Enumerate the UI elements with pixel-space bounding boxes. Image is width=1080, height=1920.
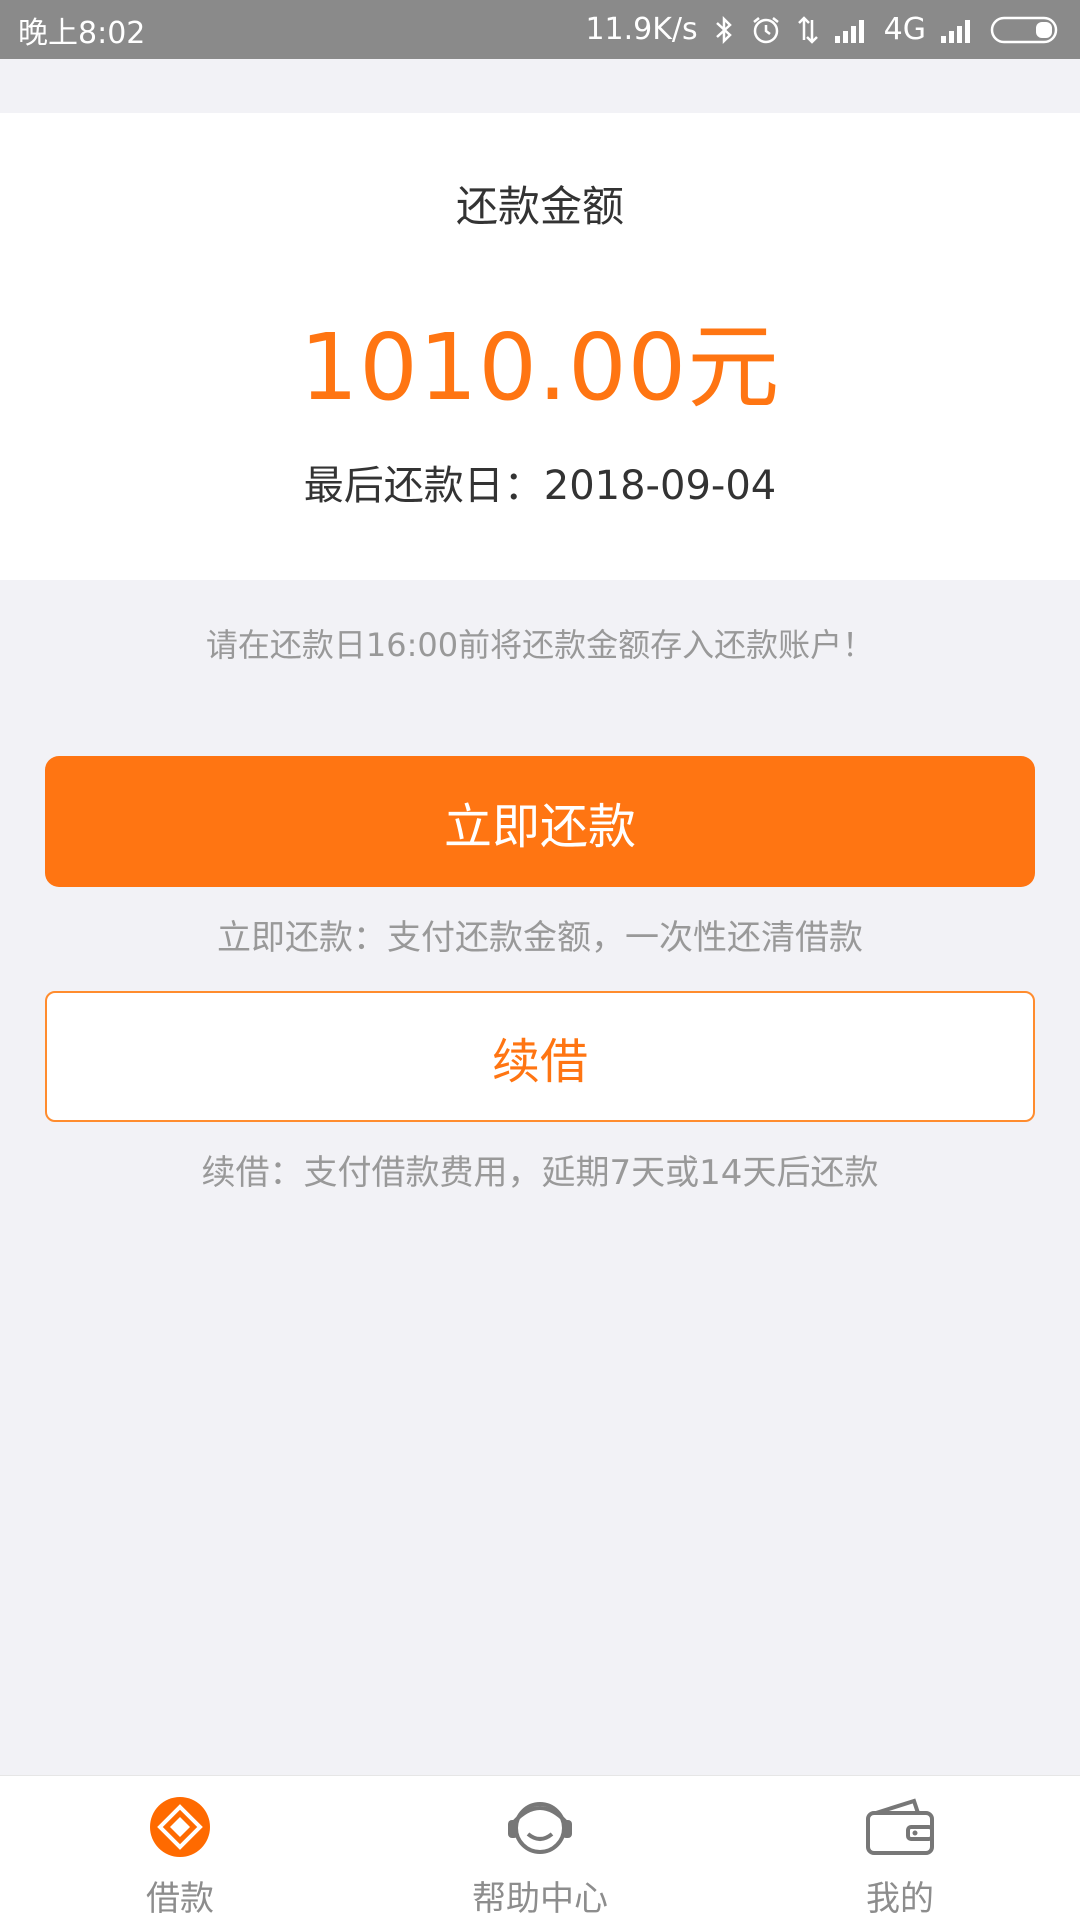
due-date: 最后还款日：2018-09-04 [303,463,777,509]
network-type: 4G [883,12,926,47]
repayment-amount-card: 还款金额 1010.00元 最后还款日：2018-09-04 [0,113,1080,580]
nav-label-loan: 借款 [146,1879,214,1919]
status-bar: 晚上8:02 11.9K/s 4G [0,0,1080,59]
signal-icon [834,16,870,44]
repay-now-hint: 立即还款：支付还款金额，一次性还清借款 [217,918,863,958]
status-time: 晚上8:02 [18,15,146,51]
loan-icon [140,1788,220,1865]
battery-icon [990,15,1062,45]
renew-loan-button[interactable]: 续借 [45,991,1035,1122]
amount-title: 还款金额 [455,182,624,231]
signal-icon-2 [940,16,976,44]
bluetooth-icon [712,14,736,46]
repay-now-button[interactable]: 立即还款 [45,756,1035,887]
nav-label-help-center: 帮助中心 [472,1879,608,1919]
nav-item-help-center[interactable]: 帮助中心 [360,1776,720,1920]
renew-loan-hint: 续借：支付借款费用，延期7天或14天后还款 [201,1153,879,1193]
amount-value: 1010.00元 [299,314,781,421]
nav-item-loan[interactable]: 借款 [0,1776,360,1920]
deposit-notice: 请在还款日16:00前将还款金额存入还款账户！ [205,626,875,664]
data-arrows-icon [796,14,820,46]
nav-label-mine: 我的 [866,1879,934,1919]
alarm-icon [750,14,782,46]
nav-item-mine[interactable]: 我的 [720,1776,1080,1920]
headset-icon [500,1788,580,1865]
bottom-nav: 借款 帮助中心 我的 [0,1775,1080,1920]
network-speed: 11.9K/s [585,12,698,47]
wallet-icon [860,1788,940,1865]
